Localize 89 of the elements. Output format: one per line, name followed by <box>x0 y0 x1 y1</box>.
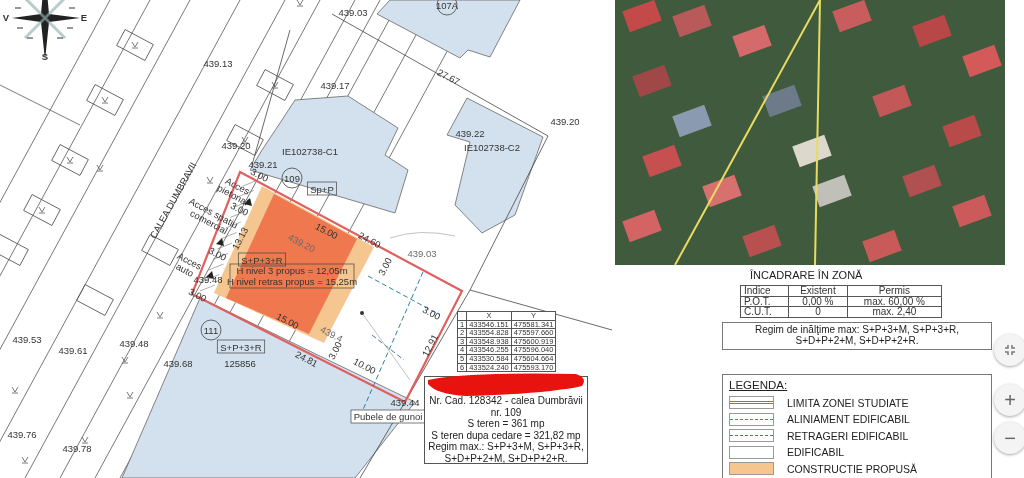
column-header: Indice <box>740 285 789 296</box>
dimension-label: 15.00 <box>313 220 340 242</box>
elevation-label: 439.17 <box>320 80 350 91</box>
parcel-info-line: Regim max.: S+P+3+M, S+P+3+R, S+D+P+2+M, S+D+P+2+R. <box>427 441 585 464</box>
compass-letter: V <box>2 12 10 23</box>
height-note: H nivel 3 propus = 12,05m <box>236 265 348 276</box>
legend-swatch <box>729 445 774 459</box>
tree-icon <box>121 356 129 364</box>
elevation-label: 439.68 <box>163 358 193 369</box>
elevation-label: 439.53 <box>12 334 42 345</box>
height-regime-label: S+P+3+R <box>237 252 287 267</box>
lot-number: 109 <box>281 167 303 189</box>
tree-icon <box>101 96 109 104</box>
lot-number: 111 <box>200 319 222 341</box>
elevation-label: 439.76 <box>7 429 37 440</box>
elevation-label: 439.44 <box>390 397 420 408</box>
parking-space <box>256 69 294 101</box>
tree-icon <box>11 386 19 394</box>
compass-letter: S <box>41 51 49 62</box>
parking-space <box>86 84 124 116</box>
table-cell: 0 <box>788 306 848 317</box>
legend-label: LIMITA ZONEI STUDIATE <box>787 396 909 409</box>
compass-letter: E <box>80 12 88 23</box>
legend-swatch <box>729 462 774 476</box>
height-regime-note: Regim de inălţime max: S+P+3+M, S+P+3+R, S+D+P+2+M, S+D+P+2+R. <box>722 321 992 350</box>
dimension-label: 27.67 <box>435 66 462 88</box>
height-note: H nivel retras propus = 15,25m <box>226 275 358 287</box>
survey-point <box>360 311 364 315</box>
dimension-label: 24.81 <box>293 348 320 370</box>
elevation-label: 439.03 <box>338 7 368 18</box>
legend-label: EDIFICABIL <box>787 446 845 459</box>
elevation-label: 439.22 <box>455 128 485 139</box>
legend-label: RETRAGERI EDIFICABIL <box>787 429 909 442</box>
building-label: IE102738-C2 <box>464 142 520 153</box>
parking-space <box>76 284 114 316</box>
building-label: 125856 <box>224 358 256 369</box>
elevation-label: 439.61 <box>58 345 88 356</box>
column-header: Existent <box>788 285 848 296</box>
tree-icon <box>66 156 74 164</box>
parcel-info-line: S teren dupa cedare = 321,82 mp <box>430 429 582 441</box>
legend-swatch <box>729 412 774 426</box>
tree-icon <box>21 456 29 464</box>
dimension-label: 12.91 <box>419 332 441 359</box>
elevation-label: 439.48 <box>119 338 149 349</box>
dimension-label: 3.00 <box>186 285 209 305</box>
table-cell: 0,00 % <box>788 296 848 307</box>
tree-icon <box>131 41 139 49</box>
table-cell: max. 2,40 <box>847 306 942 317</box>
dimension-label: 15.00 <box>274 310 301 332</box>
tree-icon <box>96 164 104 172</box>
parcel-info-line: S teren = 361 mp <box>466 418 546 430</box>
table-cell: max. 60,00 % <box>847 296 942 307</box>
parking-space <box>23 194 61 226</box>
tree-icon <box>126 391 134 399</box>
tree-icon <box>206 176 214 184</box>
legend-swatch <box>729 396 774 410</box>
dimension-label: 10.00 <box>351 355 378 377</box>
elevation-label: 439.21 <box>248 159 278 170</box>
table-cell: P.O.T. <box>740 296 789 307</box>
parking-space <box>51 144 89 176</box>
dimension-label: 3.00 <box>375 255 395 278</box>
table-cell: C.U.T. <box>740 306 789 317</box>
parcel-info-line: Nr. Cad. 128342 - calea Dumbrăvii nr. 109 <box>428 395 584 418</box>
height-regime-label: Sp+P <box>307 181 337 196</box>
parking-space <box>0 234 29 266</box>
tree-icon <box>81 436 89 444</box>
building-label: IE102738-C1 <box>282 146 338 157</box>
tree-icon <box>271 81 279 89</box>
legend-title: LEGENDA: <box>729 378 788 391</box>
height-regime-label: S+P+3+R <box>216 339 266 354</box>
elevation-label: 439.20 <box>550 116 580 127</box>
elevation-label: 439.13 <box>203 58 233 69</box>
dimension-label: 3.00 <box>206 244 229 264</box>
fit-screen-icon <box>1004 344 1016 356</box>
legend-label: CONSTRUCTIE PROPUSĂ <box>787 462 918 475</box>
lot-number: 107A <box>435 0 459 16</box>
tree-icon <box>38 206 46 214</box>
elevation-label: 439.03 <box>407 248 437 259</box>
bin-label: Pubele de gunoi <box>350 409 426 424</box>
legend-swatch <box>729 429 774 443</box>
elevation-label: 439.78 <box>62 443 92 454</box>
tree-icon <box>156 311 164 319</box>
dimension-label: 3.00 <box>420 303 443 323</box>
parking-space <box>116 29 154 61</box>
tree-icon <box>296 0 304 7</box>
dimension-label: 24.60 <box>356 229 383 251</box>
column-header: Permis <box>847 285 942 296</box>
legend-label: ALINIAMENT EDIFICABIL <box>787 413 910 426</box>
section-title: ÎNCADRARE ÎN ZONĂ <box>750 269 864 281</box>
